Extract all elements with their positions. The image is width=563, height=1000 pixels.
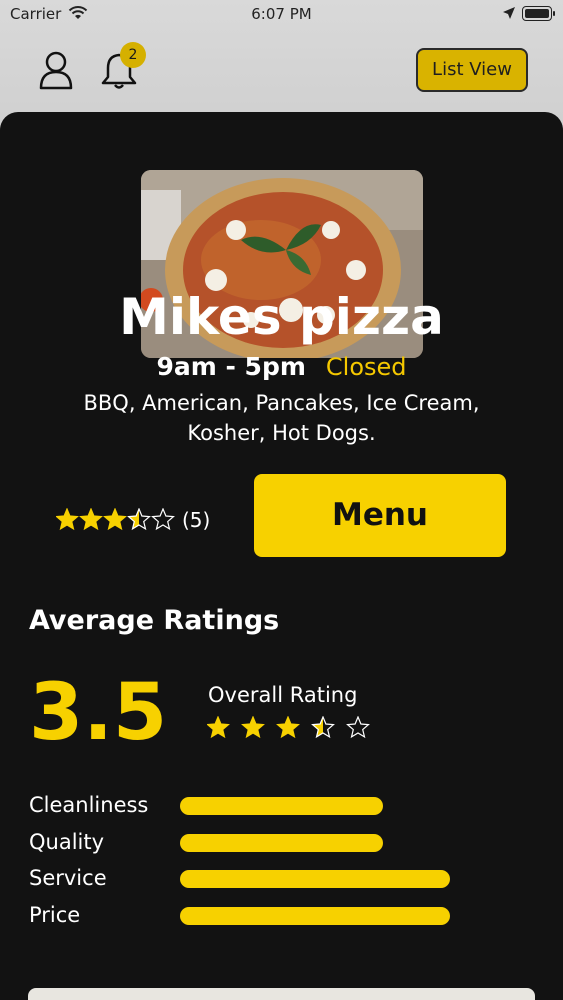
star-icon bbox=[56, 508, 79, 531]
rating-track bbox=[180, 906, 460, 925]
overall-rating-stars bbox=[207, 716, 377, 742]
list-view-button[interactable]: List View bbox=[416, 48, 528, 92]
location-map-preview[interactable] bbox=[28, 988, 535, 1000]
status-bar: Carrier 6:07 PM bbox=[0, 0, 563, 30]
overall-stars bbox=[207, 716, 370, 739]
rating-label: Quality bbox=[29, 829, 105, 854]
overall-rating-label: Overall Rating bbox=[208, 683, 358, 707]
rating-bar bbox=[180, 833, 383, 852]
star-icon bbox=[276, 716, 300, 739]
star-icon bbox=[207, 716, 230, 739]
average-score: 3.5 bbox=[29, 668, 168, 758]
rating-label: Cleanliness bbox=[29, 793, 149, 817]
average-ratings-title: Average Ratings bbox=[29, 605, 280, 636]
star-icon bbox=[103, 508, 127, 531]
rating-track bbox=[180, 797, 460, 815]
restaurant-detail-card: Mikes pizza 9am - 5pm Closed BBQ, America… bbox=[0, 112, 563, 1000]
rating-bar bbox=[180, 906, 451, 925]
star-icon bbox=[151, 508, 175, 531]
open-status-badge: Closed bbox=[325, 353, 407, 381]
cuisine-list: BBQ, American, Pancakes, Ice Cream, Kosh… bbox=[83, 391, 480, 445]
restaurant-name: Mikes pizza bbox=[119, 288, 444, 346]
rating-stars bbox=[56, 508, 175, 531]
rating-track bbox=[180, 870, 460, 888]
rating-row-cleanliness: Cleanliness bbox=[29, 790, 529, 827]
star-icon bbox=[127, 508, 151, 531]
rating-bar bbox=[180, 797, 383, 815]
star-icon bbox=[346, 716, 370, 739]
review-count: (5) bbox=[182, 508, 211, 532]
category-ratings: Cleanliness Quality Service Price bbox=[29, 790, 529, 936]
location-arrow-icon bbox=[503, 7, 515, 19]
star-icon bbox=[79, 508, 103, 531]
rating-row-service: Service bbox=[29, 863, 529, 900]
star-icon bbox=[311, 716, 335, 739]
rating-label: Service bbox=[29, 866, 107, 890]
hours: 9am - 5pm bbox=[156, 352, 306, 381]
restaurant-rating[interactable]: (5) bbox=[56, 508, 210, 532]
rating-track bbox=[180, 833, 460, 852]
battery-icon bbox=[522, 6, 555, 21]
clock: 6:07 PM bbox=[251, 5, 312, 23]
hours-row: 9am - 5pm Closed bbox=[0, 352, 563, 381]
rating-bar bbox=[180, 870, 451, 888]
user-icon[interactable] bbox=[38, 50, 74, 90]
star-icon bbox=[241, 716, 265, 739]
notification-badge: 2 bbox=[120, 42, 146, 68]
rating-row-quality: Quality bbox=[29, 827, 529, 864]
menu-button[interactable]: Menu bbox=[254, 474, 506, 557]
rating-label: Price bbox=[29, 902, 81, 927]
rating-row-price: Price bbox=[29, 900, 529, 937]
